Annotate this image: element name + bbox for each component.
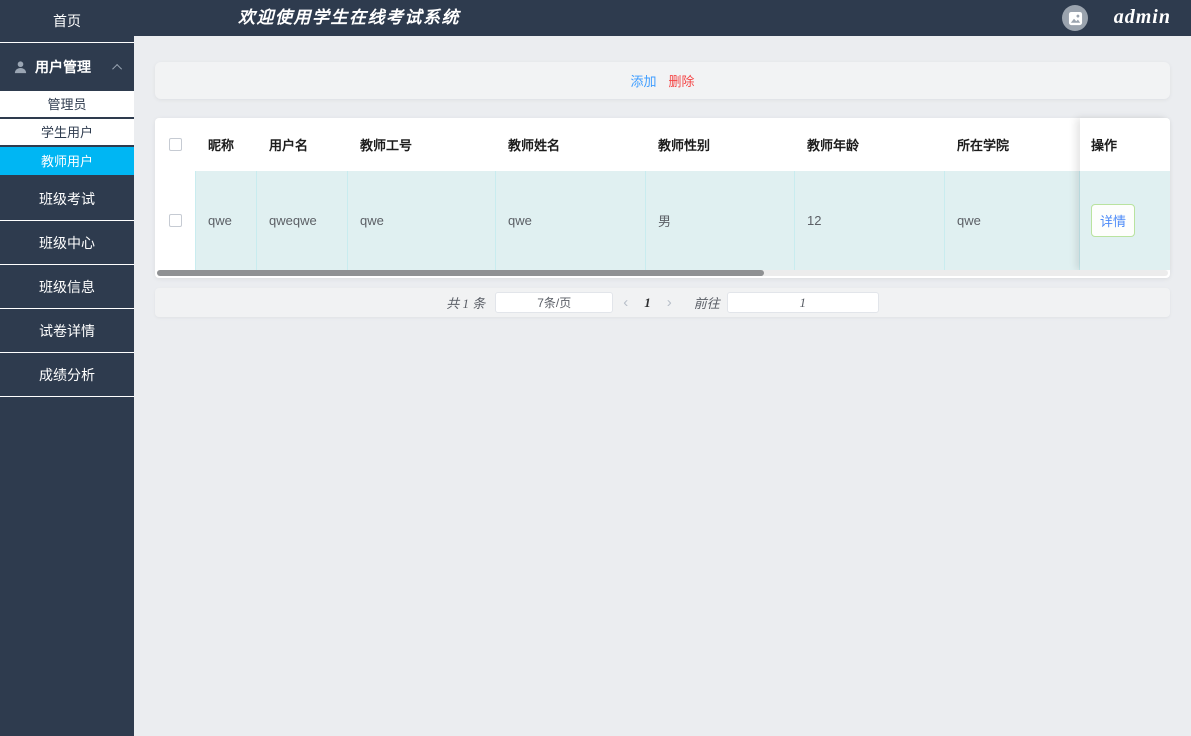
sidebar-group-label: 用户管理 (35, 59, 91, 75)
table-header-row: 昵称 用户名 教师工号 教师姓名 教师性别 教师年龄 所在学院 (155, 118, 1170, 171)
sidebar-item-home[interactable]: 首页 (0, 0, 134, 43)
column-header-username: 用户名 (269, 138, 309, 153)
pagination-total: 共 1 条 (446, 296, 486, 311)
column-header-teacher-no: 教师工号 (360, 138, 413, 153)
pagination-bar: 共 1 条 7条/页 ‹ 1 › 前往 (155, 288, 1170, 317)
username-label[interactable]: admin (1114, 0, 1171, 36)
select-all-cell (155, 118, 196, 171)
column-header-gender: 教师性别 (658, 138, 711, 153)
column-header-teacher-name: 教师姓名 (508, 138, 561, 153)
prev-page-icon[interactable]: ‹ (613, 294, 638, 311)
cell-gender: 男 (646, 171, 795, 270)
sidebar: 首页 用户管理 管理员 学生用户 教师用户 班级考试 班级中心 班级信息 试卷详… (0, 0, 134, 736)
operations-fixed-column: 操作 详情 (1080, 118, 1170, 270)
column-header-college: 所在学院 (957, 138, 1010, 153)
horizontal-scrollbar-thumb[interactable] (157, 270, 764, 276)
avatar[interactable] (1062, 5, 1088, 31)
cell-teacher-no: qwe (348, 171, 496, 270)
current-page-number[interactable]: 1 (638, 295, 657, 311)
column-header-operations: 操作 (1091, 138, 1118, 153)
table-row: qwe qweqwe qwe qwe 男 12 qwe (155, 171, 1170, 270)
select-all-checkbox[interactable] (169, 138, 182, 151)
column-header-age: 教师年龄 (807, 138, 860, 153)
teacher-users-table: 昵称 用户名 教师工号 教师姓名 教师性别 教师年龄 所在学院 qwe qweq… (155, 118, 1170, 278)
chevron-up-icon (112, 63, 123, 74)
sidebar-item-teacher-users[interactable]: 教师用户 (0, 147, 134, 177)
cell-operations: 详情 (1080, 171, 1170, 270)
sidebar-item-score-analysis[interactable]: 成绩分析 (0, 353, 134, 397)
add-button[interactable]: 添加 (630, 71, 656, 90)
row-select-cell (155, 171, 196, 270)
cell-teacher-name: qwe (496, 171, 646, 270)
page-size-select[interactable]: 7条/页 (495, 292, 614, 313)
goto-page-label: 前往 (693, 296, 720, 311)
sidebar-item-student-users[interactable]: 学生用户 (0, 119, 134, 147)
cell-username: qweqwe (257, 171, 348, 270)
cell-age: 12 (795, 171, 945, 270)
sidebar-group-user-management[interactable]: 用户管理 (0, 43, 134, 91)
horizontal-scrollbar-track[interactable] (157, 270, 1168, 276)
sidebar-item-paper-detail[interactable]: 试卷详情 (0, 309, 134, 353)
next-page-icon[interactable]: › (657, 294, 682, 311)
sidebar-item-class-exam[interactable]: 班级考试 (0, 177, 134, 221)
delete-button[interactable]: 删除 (669, 71, 695, 90)
sidebar-item-class-center[interactable]: 班级中心 (0, 221, 134, 265)
goto-page-input[interactable] (726, 292, 879, 313)
sidebar-item-admins[interactable]: 管理员 (0, 91, 134, 119)
table-toolbar: 添加 删除 (155, 62, 1170, 99)
top-header: 欢迎使用学生在线考试系统 admin (134, 0, 1191, 36)
image-placeholder-icon (1068, 11, 1082, 25)
cell-college: qwe (945, 171, 1080, 270)
row-checkbox[interactable] (168, 214, 182, 227)
cell-nickname: qwe (196, 171, 257, 270)
person-icon (14, 60, 27, 73)
column-header-nickname: 昵称 (208, 138, 235, 153)
sidebar-item-class-info[interactable]: 班级信息 (0, 265, 134, 309)
detail-button[interactable]: 详情 (1091, 204, 1136, 237)
page-title: 欢迎使用学生在线考试系统 (238, 8, 460, 27)
